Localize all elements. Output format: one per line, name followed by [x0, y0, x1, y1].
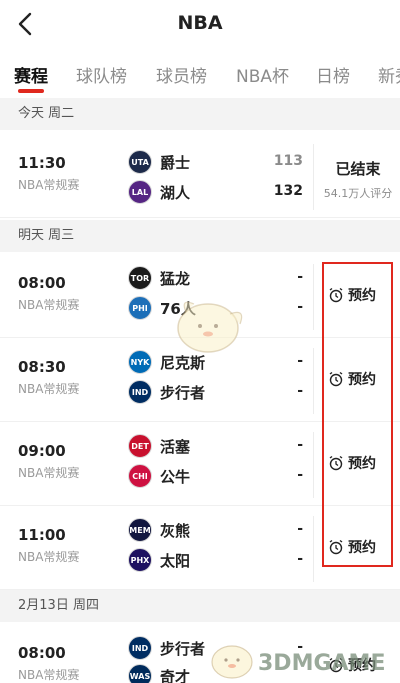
team-name: 公牛 — [160, 468, 191, 486]
team-logo-icon: LAL — [128, 180, 152, 204]
tab-nba-cup[interactable]: NBA杯 — [236, 62, 289, 87]
team-score: - — [297, 383, 303, 399]
team-logo-icon: TOR — [128, 266, 152, 290]
divider — [313, 348, 314, 414]
tab-rookie[interactable]: 新秀 — [378, 62, 400, 87]
match-time: 08:00 — [18, 274, 66, 292]
active-tab-indicator — [18, 89, 44, 93]
team-logo-icon: WAS — [128, 664, 152, 683]
team-score: - — [297, 269, 303, 285]
team-logo-icon: DET — [128, 434, 152, 458]
team-logo-icon: IND — [128, 380, 152, 404]
divider — [313, 144, 314, 210]
team-score: - — [297, 551, 303, 567]
tab-team-rank[interactable]: 球队榜 — [76, 62, 127, 87]
team-name: 猛龙 — [160, 270, 191, 288]
status-label: 已结束 — [335, 160, 381, 178]
team-score: - — [297, 353, 303, 369]
home-team: DET 活塞 - — [128, 434, 303, 460]
divider — [313, 432, 314, 498]
team-name: 湖人 — [160, 184, 191, 202]
watermark-text: 3DMGAME — [258, 651, 386, 676]
team-logo-icon: PHI — [128, 296, 152, 320]
away-team: LAL 湖人 132 — [128, 180, 303, 206]
page-title: NBA — [177, 12, 223, 34]
home-team: TOR 猛龙 - — [128, 266, 303, 292]
match-time: 09:00 — [18, 442, 66, 460]
match-row[interactable]: 11:30 NBA常规赛 UTA 爵士 113 LAL 湖人 132 已结束 5… — [0, 134, 400, 218]
team-logo-icon: UTA — [128, 150, 152, 174]
match-league: NBA常规赛 — [18, 382, 80, 396]
home-team: MEM 灰熊 - — [128, 518, 303, 544]
highlight-box — [322, 262, 393, 567]
team-logo-icon: NYK — [128, 350, 152, 374]
team-name: 步行者 — [160, 640, 206, 658]
team-score: - — [297, 437, 303, 453]
team-score: - — [297, 521, 303, 537]
match-league: NBA常规赛 — [18, 178, 80, 192]
team-score: 132 — [273, 183, 303, 199]
match-league: NBA常规赛 — [18, 668, 80, 682]
tab-player-rank[interactable]: 球员榜 — [156, 62, 207, 87]
app-header: NBA — [0, 0, 400, 48]
match-league: NBA常规赛 — [18, 298, 80, 312]
team-name: 爵士 — [160, 154, 191, 172]
team-name: 灰熊 — [160, 522, 191, 540]
match-league: NBA常规赛 — [18, 466, 80, 480]
mascot-watermark-icon — [177, 301, 243, 353]
date-header: 今天 周二 — [0, 98, 400, 130]
away-team: CHI 公牛 - — [128, 464, 303, 490]
team-score: - — [297, 467, 303, 483]
match-time: 08:00 — [18, 644, 66, 662]
tab-daily-rank[interactable]: 日榜 — [316, 62, 350, 87]
team-name: 奇才 — [160, 668, 191, 683]
team-score: 113 — [273, 153, 303, 169]
match-time: 11:00 — [18, 526, 66, 544]
date-header: 2月13日 周四 — [0, 590, 400, 622]
divider — [313, 264, 314, 330]
divider — [313, 516, 314, 582]
team-logo-icon: IND — [128, 636, 152, 660]
match-time: 08:30 — [18, 358, 66, 376]
match-status[interactable]: 已结束 54.1万人评分 — [316, 158, 400, 201]
home-team: UTA 爵士 113 — [128, 150, 303, 176]
team-name: 太阳 — [160, 552, 191, 570]
away-team: PHX 太阳 - — [128, 548, 303, 574]
team-name: 活塞 — [160, 438, 191, 456]
match-time: 11:30 — [18, 154, 66, 172]
away-team: IND 步行者 - — [128, 380, 303, 406]
team-name: 步行者 — [160, 384, 206, 402]
tab-bar: 赛程 球队榜 球员榜 NBA杯 日榜 新秀 — [0, 52, 400, 96]
team-logo-icon: MEM — [128, 518, 152, 542]
team-logo-icon: CHI — [128, 464, 152, 488]
team-score: - — [297, 299, 303, 315]
rating-count: 54.1万人评分 — [323, 187, 393, 200]
match-league: NBA常规赛 — [18, 550, 80, 564]
tab-schedule[interactable]: 赛程 — [14, 62, 48, 87]
team-logo-icon: PHX — [128, 548, 152, 572]
date-header: 明天 周三 — [0, 220, 400, 252]
